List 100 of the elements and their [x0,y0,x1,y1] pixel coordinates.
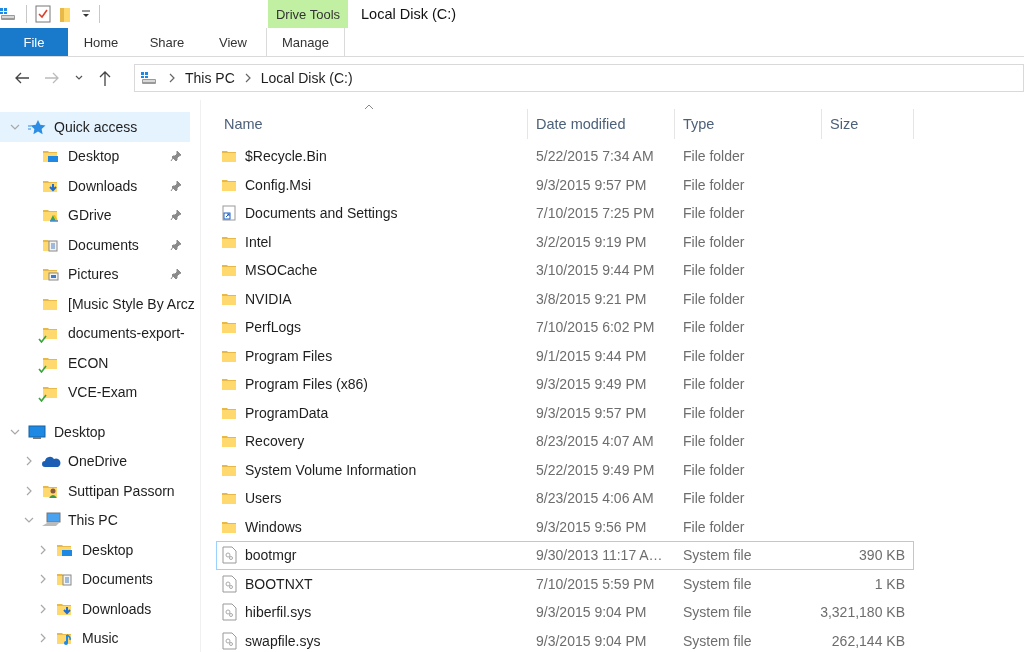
column-header[interactable]: Date modified [528,109,675,139]
forward-arrow-icon[interactable] [44,71,60,85]
nav-item[interactable]: Documents [0,230,190,260]
file-row[interactable]: Windows 9/3/2015 9:56 PM File folder [216,512,914,541]
folder-icon [42,325,58,342]
folder-icon [221,262,237,279]
nav-item-label: GDrive [68,207,113,224]
ribbon-tab[interactable]: Share [134,28,200,56]
file-type: System file [683,632,752,649]
file-row[interactable]: NVIDIA 3/8/2015 9:21 PM File folder [216,284,914,313]
file-type: File folder [683,433,745,450]
file-name: Program Files [245,347,333,364]
system-file-icon [221,631,237,650]
file-row[interactable]: BOOTNXT 7/10/2015 5:59 PM System file 1 KB [216,569,914,598]
nav-item[interactable]: VCE-Exam [0,377,190,407]
file-row[interactable]: PerfLogs 7/10/2015 6:02 PM File folder [216,313,914,342]
window-title: Local Disk (C:) [361,6,457,22]
file-name: PerfLogs [245,319,302,336]
file-type: File folder [683,290,745,307]
file-name: Windows [245,518,302,535]
file-row[interactable]: ProgramData 9/3/2015 9:57 PM File folder [216,398,914,427]
nav-item-label: Music [82,630,120,647]
file-name: Config.Msi [245,176,312,193]
file-row[interactable]: Config.Msi 9/3/2015 9:57 PM File folder [216,170,914,199]
nav-item-label: Downloads [82,600,153,617]
desktop-folder-icon [42,148,60,165]
file-row[interactable]: hiberfil.sys 9/3/2015 9:04 PM System file 3,321,180 KB [216,598,914,627]
file-name: Documents and Settings [245,205,398,222]
nav-item[interactable]: Downloads [0,594,190,624]
nav-item[interactable]: documents-export- [0,318,190,348]
file-row[interactable]: Program Files 9/1/2015 9:44 PM File folder [216,341,914,370]
date-modified: 8/23/2015 4:06 AM [536,490,654,507]
nav-item-label: Desktop [68,148,121,165]
folder-icon [221,148,237,165]
date-modified: 7/10/2015 6:02 PM [536,319,655,336]
file-row[interactable]: Intel 3/2/2015 9:19 PM File folder [216,227,914,256]
address-bar[interactable]: This PC Local Disk (C:) [134,64,1024,92]
date-modified: 3/2/2015 9:19 PM [536,233,647,250]
nav-item[interactable]: Documents [0,564,190,594]
file-row[interactable]: bootmgr 9/30/2013 11:17 A… System file 390 KB [216,541,914,570]
date-modified: 9/3/2015 9:57 PM [536,176,647,193]
nav-item[interactable]: Desktop [0,535,190,565]
dropdown-icon[interactable] [81,8,91,20]
file-type: File folder [683,461,745,478]
nav-item[interactable]: Desktop [0,141,190,171]
nav-item[interactable]: Downloads [0,171,190,201]
nav-item[interactable]: Suttipan Passorn [0,476,190,506]
ribbon-tab[interactable]: Manage [266,28,345,56]
nav-item-label: Suttipan Passorn [68,482,176,499]
file-name: ProgramData [245,404,329,421]
file-row[interactable]: Users 8/23/2015 4:06 AM File folder [216,484,914,513]
file-size: 3,321,180 KB [820,604,905,621]
date-modified: 9/1/2015 9:44 PM [536,347,647,364]
column-header[interactable]: Name [216,109,528,139]
file-name: System Volume Information [245,461,417,478]
file-name: $Recycle.Bin [245,148,327,165]
star-icon [28,118,46,135]
nav-item-label: ECON [68,354,110,371]
nav-item-label: Desktop [82,541,135,558]
system-file-icon [221,603,237,622]
back-arrow-icon[interactable] [14,71,30,85]
nav-item[interactable]: Pictures [0,259,190,289]
nav-item[interactable]: ECON [0,348,190,378]
nav-item[interactable]: Desktop [0,417,190,447]
nav-item[interactable]: GDrive [0,200,190,230]
nav-item[interactable]: OneDrive [0,446,190,476]
drive-icon [141,71,159,85]
file-type: File folder [683,347,745,364]
file-type: File folder [683,404,745,421]
up-arrow-icon[interactable] [98,70,112,86]
nav-item[interactable]: This PC [0,505,190,535]
folder-icon [42,384,58,401]
date-modified: 9/3/2015 9:04 PM [536,632,647,649]
file-row[interactable]: $Recycle.Bin 5/22/2015 7:34 AM File folder [216,142,914,171]
file-row[interactable]: Documents and Settings 7/10/2015 7:25 PM File folder [216,199,914,228]
properties-icon[interactable] [35,5,51,23]
column-header[interactable]: Size [822,109,914,139]
file-row[interactable]: MSOCache 3/10/2015 9:44 PM File folder [216,256,914,285]
date-modified: 9/3/2015 9:49 PM [536,376,647,393]
nav-item-label: Desktop [54,423,107,440]
breadcrumb[interactable]: This PC [185,70,235,86]
file-name: Intel [245,233,272,250]
monitor-icon [28,423,46,440]
drive-icon[interactable] [0,7,18,21]
file-row[interactable]: System Volume Information 5/22/2015 9:49 PM File folder [216,455,914,484]
ribbon-tab[interactable]: Home [68,28,134,56]
nav-item[interactable]: Music [0,623,190,652]
file-menu-tab[interactable]: File [0,28,68,56]
file-name: bootmgr [245,547,297,564]
ribbon-tab[interactable]: View [200,28,266,56]
breadcrumb[interactable]: Local Disk (C:) [260,70,353,86]
column-header[interactable]: Type [675,109,822,139]
file-row[interactable]: swapfile.sys 9/3/2015 9:04 PM System file 262,144 KB [216,626,914,652]
nav-item[interactable]: Quick access [0,112,190,142]
file-row[interactable]: Program Files (x86) 9/3/2015 9:49 PM File folder [216,370,914,399]
pictures-folder-icon [42,266,60,283]
file-type: File folder [683,319,745,336]
file-name: NVIDIA [245,290,292,307]
file-row[interactable]: Recovery 8/23/2015 4:07 AM File folder [216,427,914,456]
new-folder-icon[interactable] [59,6,73,22]
